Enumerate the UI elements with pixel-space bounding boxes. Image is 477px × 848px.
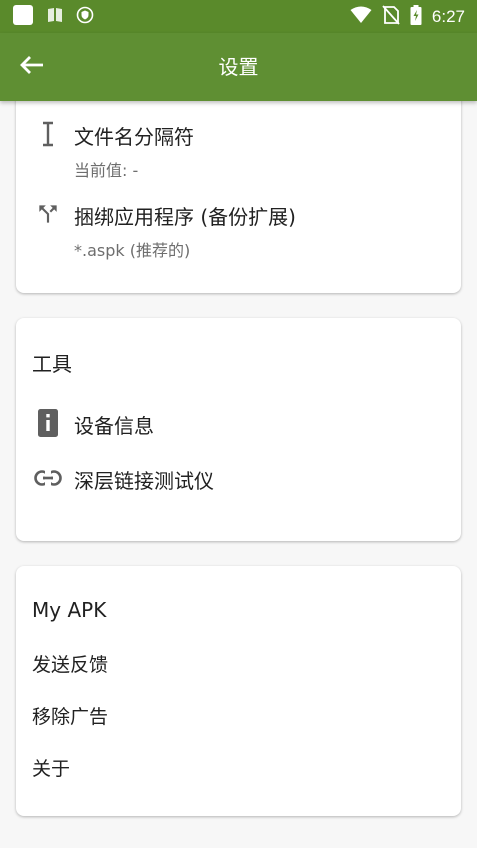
pref-title: 文件名分隔符: [74, 125, 194, 149]
square-notification-icon: [12, 4, 34, 30]
card-backup-settings: 文件名分隔符 当前值: - 捆绑应用程序 (备份扩展) *.aspk (推荐的): [16, 80, 461, 293]
send-feedback-item[interactable]: 发送反馈: [32, 650, 108, 677]
text-cursor-icon: [34, 120, 62, 148]
page-title: 设置: [218, 55, 259, 79]
back-button[interactable]: [14, 51, 50, 83]
app-bar: 设置: [0, 33, 477, 101]
card-tools: 工具 设备信息 深层链接测试仪: [16, 318, 461, 541]
section-title-my-apk: My APK: [32, 598, 107, 622]
book-icon: [46, 6, 64, 28]
pref-bundled-apps[interactable]: 捆绑应用程序 (备份扩展) *.aspk (推荐的): [16, 180, 461, 260]
status-bar: 6:27: [0, 0, 477, 33]
call-split-icon: [34, 200, 62, 228]
pref-device-info[interactable]: 设备信息: [16, 398, 461, 448]
shield-icon: [76, 6, 94, 28]
wifi-icon: [350, 6, 372, 28]
no-sim-icon: [382, 4, 400, 29]
remove-ads-item[interactable]: 移除广告: [32, 702, 108, 729]
link-icon: [34, 464, 62, 492]
pref-subtitle: 当前值: -: [74, 161, 139, 180]
status-time: 6:27: [431, 6, 465, 26]
pref-title: 设备信息: [74, 414, 154, 438]
pref-title: 深层链接测试仪: [74, 469, 214, 493]
pref-deep-link-tester[interactable]: 深层链接测试仪: [16, 453, 461, 503]
device-info-icon: [34, 409, 62, 437]
pref-title: 捆绑应用程序 (备份扩展): [74, 205, 296, 229]
card-my-apk: My APK 发送反馈 移除广告 关于: [16, 566, 461, 816]
battery-charging-icon: [410, 4, 422, 29]
section-title-tools: 工具: [32, 352, 72, 376]
about-item[interactable]: 关于: [32, 754, 70, 781]
arrow-left-icon: [19, 54, 45, 80]
pref-subtitle: *.aspk (推荐的): [74, 241, 191, 260]
